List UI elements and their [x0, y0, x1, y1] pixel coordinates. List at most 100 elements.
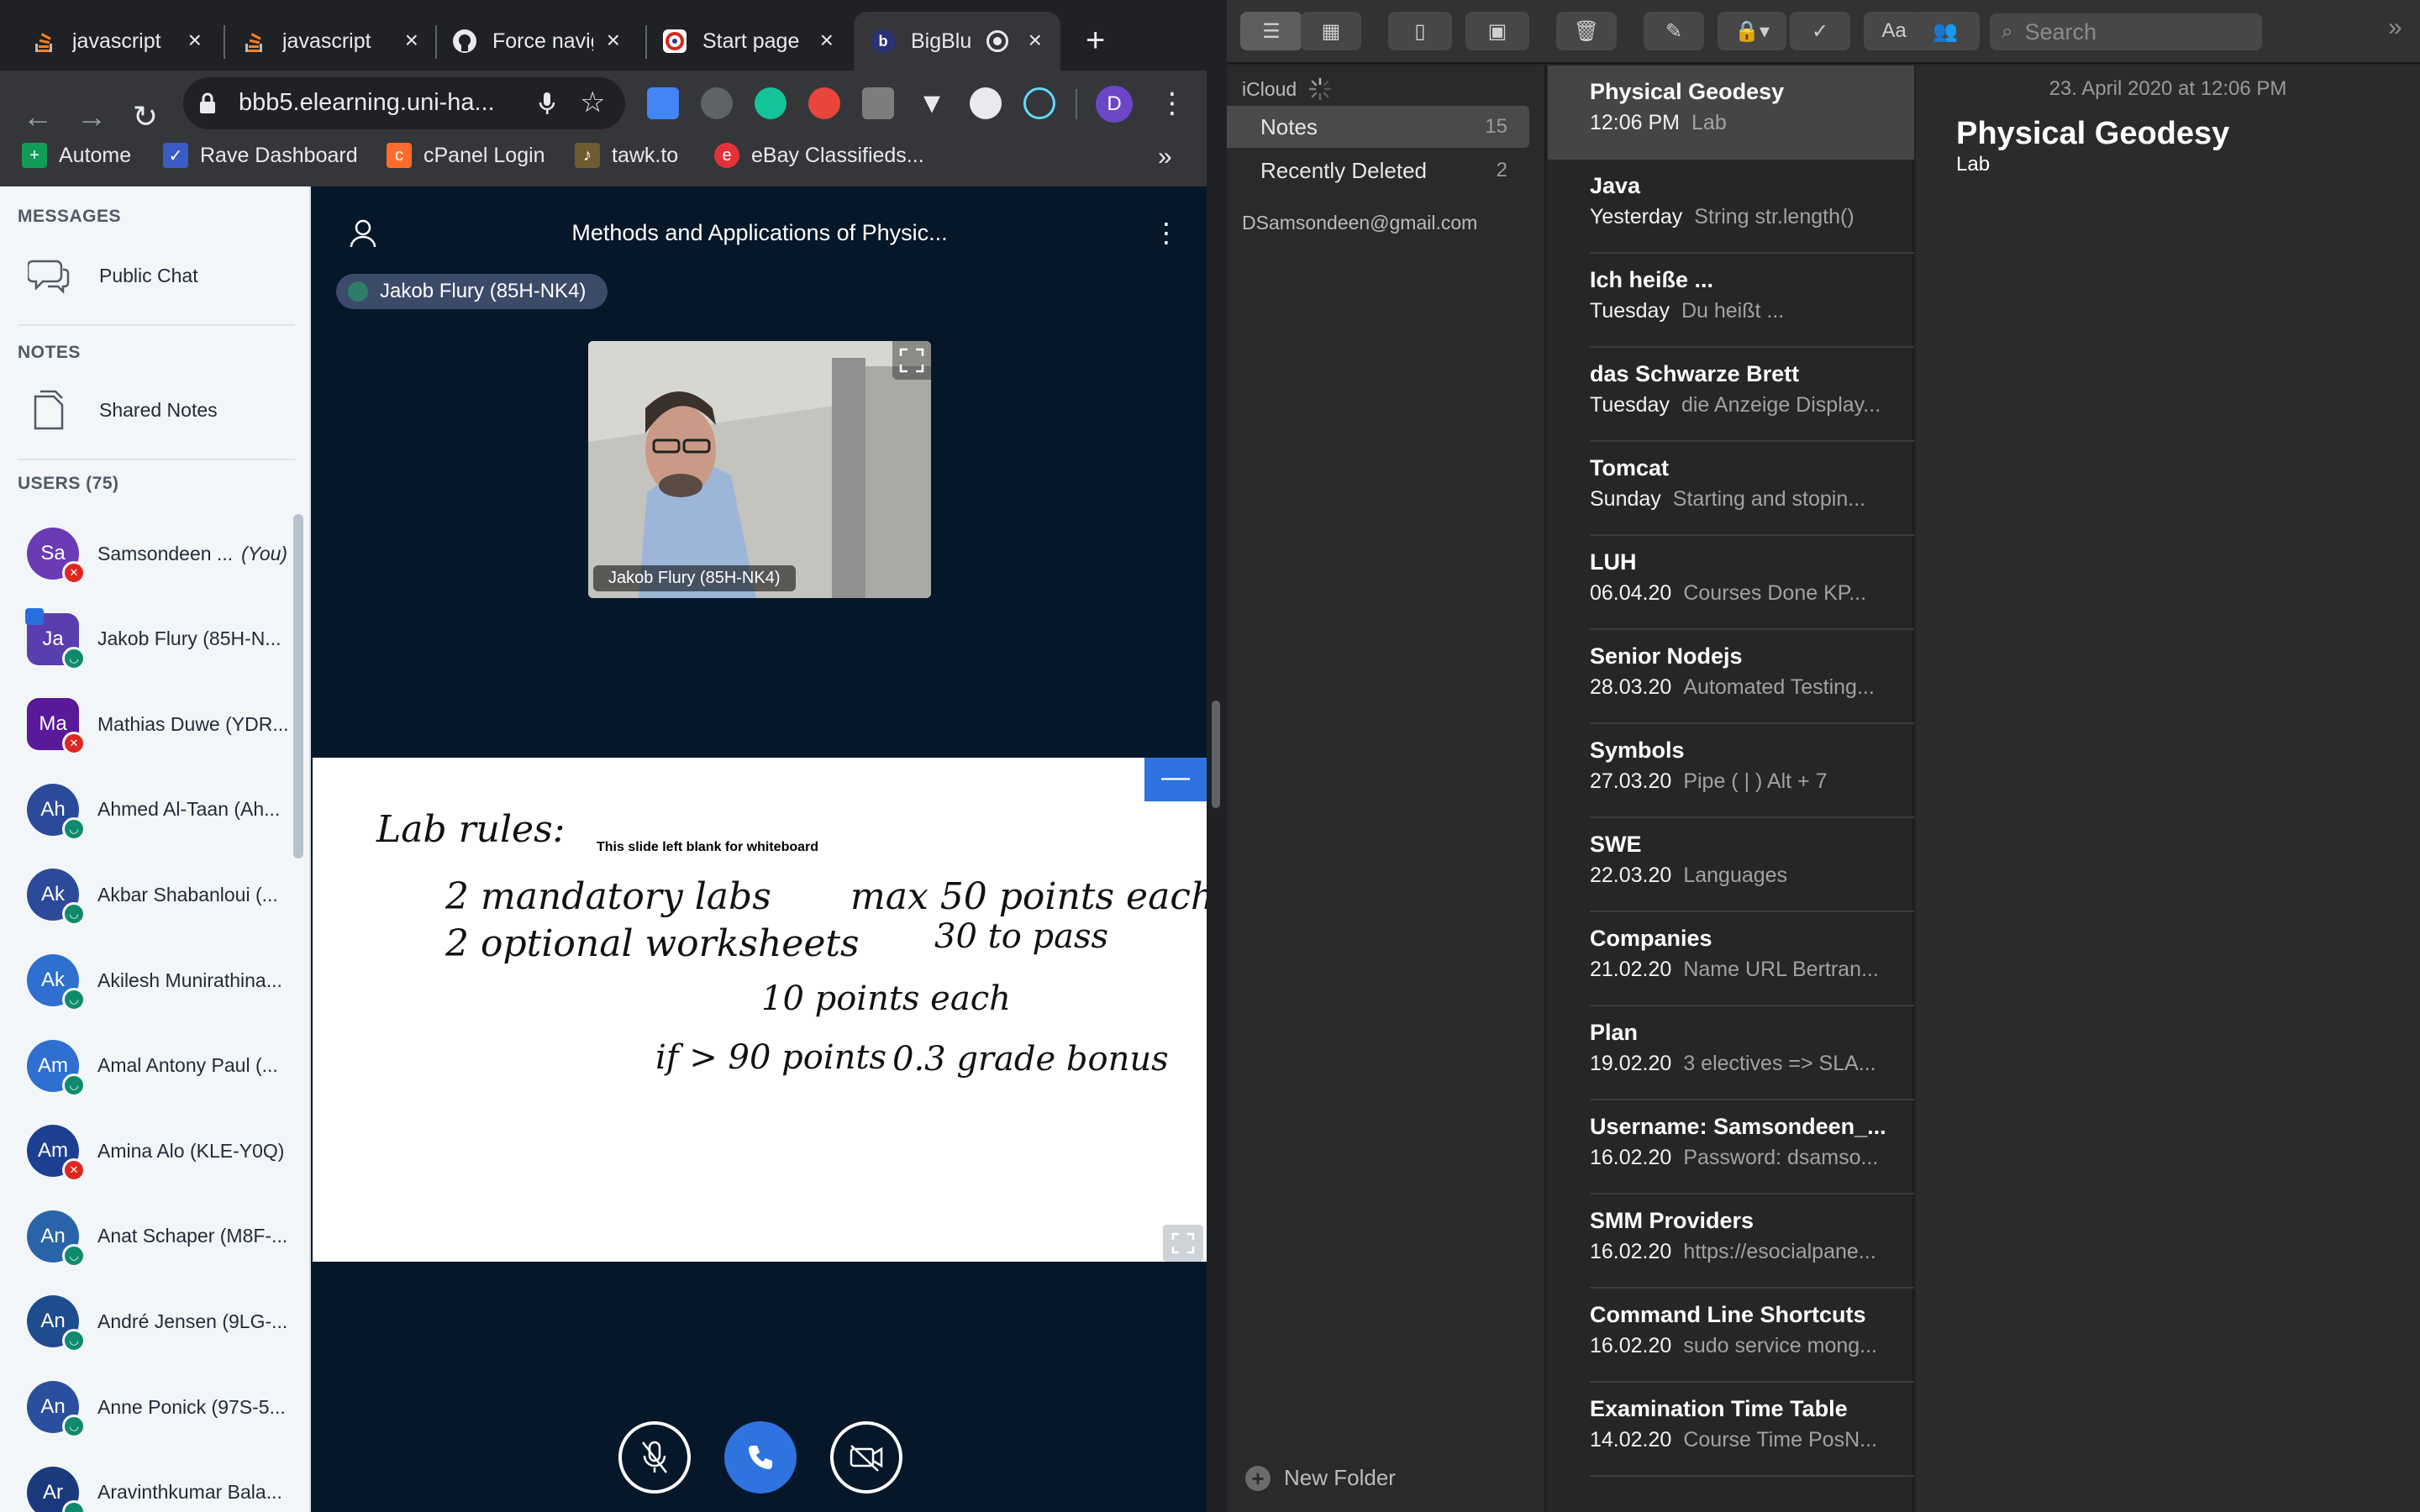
note-list-item[interactable]: Symbols 27.03.20 Pipe ( | ) Alt + 7	[1548, 724, 1914, 818]
paint-extension-icon[interactable]	[862, 87, 894, 119]
account-label: iCloud	[1242, 77, 1297, 100]
you-label: (You)	[241, 542, 288, 564]
window-split-divider[interactable]	[1207, 0, 1227, 1512]
note-title[interactable]: Physical Geodesy	[1956, 116, 2229, 152]
lock-button[interactable]: 🔒▾	[1718, 12, 1786, 50]
json-extension-icon[interactable]	[970, 87, 1002, 119]
share-webcam-button[interactable]	[830, 1421, 902, 1494]
public-chat-item[interactable]: Public Chat	[27, 254, 198, 297]
sidebar-scrollbar[interactable]	[293, 514, 303, 858]
gallery-view-button[interactable]: ▦	[1301, 12, 1361, 50]
options-menu-icon[interactable]: ⋮	[1153, 217, 1180, 249]
folder-notes[interactable]: Notes 15	[1227, 106, 1529, 148]
bookmark-ebay[interactable]: e eBay Classifieds...	[714, 143, 924, 168]
bookmark-cpanel[interactable]: c cPanel Login	[387, 143, 545, 168]
user-list-item[interactable]: Ak ◡ Akbar Shabanloui (...	[27, 867, 296, 927]
checklist-button[interactable]: ✓	[1790, 12, 1850, 50]
shared-notes-item[interactable]: Shared Notes	[27, 388, 218, 432]
user-list-item[interactable]: An ◡ Anat Schaper (M8F-...	[27, 1209, 296, 1268]
webcam-fullscreen-button[interactable]	[892, 341, 931, 380]
note-list-item[interactable]: Senior Nodejs 28.03.20 Automated Testing..…	[1548, 630, 1914, 724]
blocker-extension-icon[interactable]	[808, 87, 840, 119]
note-list-item[interactable]: Plan 19.02.20 3 electives => SLA...	[1548, 1006, 1914, 1100]
note-list-item[interactable]: Physical Geodesy 12:06 PM Lab	[1548, 66, 1914, 160]
search-field[interactable]: ⌕ Search	[1990, 13, 2262, 50]
translate-extension-icon[interactable]	[647, 87, 679, 119]
split-handle[interactable]	[1212, 701, 1220, 808]
compose-button[interactable]: ✎	[1644, 12, 1704, 50]
unmute-button[interactable]	[618, 1421, 691, 1494]
tab-javascript-2[interactable]: javascript ×	[225, 12, 437, 71]
audio-phone-button[interactable]	[724, 1421, 797, 1494]
whiteboard-slide[interactable]: Lab rules: 2 mandatory labs max 50 point…	[313, 758, 1207, 1262]
note-list-item[interactable]: das Schwarze Brett Tuesday die Anzeige Dis…	[1548, 348, 1914, 442]
tab-bigbluebutton[interactable]: b BigBlu ×	[854, 12, 1060, 71]
user-avatar: Ma ✕	[27, 698, 86, 756]
toggle-sidebar-button[interactable]: ▯	[1388, 12, 1452, 50]
webcam-video[interactable]: Jakob Flury (85H-NK4)	[588, 341, 931, 598]
grammarly-extension-icon[interactable]	[755, 87, 786, 119]
bookmarks-overflow-button[interactable]: »	[1158, 143, 1172, 171]
note-list-item[interactable]: Ich heiße ... Tuesday Du heißt ...	[1548, 254, 1914, 348]
note-list-item[interactable]: LUH 06.04.20 Courses Done KP...	[1548, 536, 1914, 630]
bookmark-star-icon[interactable]: ☆	[580, 86, 605, 119]
bookmark-rave-dashboard[interactable]: ✓ Rave Dashboard	[163, 143, 358, 168]
close-icon[interactable]: ×	[188, 29, 202, 52]
trash-icon: 🗑	[1573, 19, 1600, 43]
address-bar[interactable]: bbb5.elearning.uni-ha... ☆	[183, 77, 625, 129]
note-list-item[interactable]: Command Line Shortcuts 16.02.20 sudo servi…	[1548, 1289, 1914, 1383]
talking-indicator[interactable]: Jakob Flury (85H-NK4)	[336, 274, 608, 309]
user-list-item[interactable]: An ◡ André Jensen (9LG-...	[27, 1294, 296, 1353]
tab-javascript-1[interactable]: javascript ×	[0, 12, 220, 71]
user-list-item[interactable]: Ar ◡ Aravinthkumar Bala...	[27, 1465, 296, 1512]
tab-force-navig[interactable]: Force navig ×	[437, 12, 639, 71]
note-list-item[interactable]: SMM Providers 16.02.20 https://esocialpane…	[1548, 1194, 1914, 1289]
note-list-item[interactable]: Tomcat Sunday Starting and stopin...	[1548, 442, 1914, 536]
user-list-item[interactable]: Sa ✕ Samsondeen ... (You)	[27, 526, 296, 585]
list-view-button[interactable]: ☰	[1240, 12, 1302, 50]
microphone-muted-icon: ✕	[62, 1158, 86, 1183]
new-folder-button[interactable]: + New Folder	[1245, 1465, 1396, 1491]
user-list-item[interactable]: An ◡ Anne Ponick (97S-5...	[27, 1379, 296, 1438]
overflow-chevron-icon[interactable]: »	[2388, 13, 2402, 42]
user-list-item[interactable]: Am ◡ Amal Antony Paul (...	[27, 1038, 296, 1097]
react-devtools-icon[interactable]	[1023, 87, 1055, 119]
note-list-item[interactable]: Java Yesterday String str.length()	[1548, 160, 1914, 254]
close-icon[interactable]: ×	[607, 29, 620, 52]
microphone-icon[interactable]	[538, 91, 556, 116]
new-tab-button[interactable]: +	[1086, 22, 1105, 59]
close-icon[interactable]: ×	[1028, 29, 1042, 52]
profile-avatar[interactable]: D	[1096, 86, 1133, 123]
note-list-item[interactable]: Examination Time Table 14.02.20 Course Tim…	[1548, 1383, 1914, 1477]
presentation-fullscreen-button[interactable]	[1163, 1225, 1203, 1262]
note-item-date: 16.02.20	[1590, 1240, 1672, 1263]
close-icon[interactable]: ×	[405, 29, 418, 52]
note-editor[interactable]: 23. April 2020 at 12:06 PM Physical Geod…	[1916, 66, 2420, 1512]
user-list-item[interactable]: Ak ◡ Akilesh Munirathina...	[27, 953, 296, 1011]
handwriting-line: max 50 points each	[850, 875, 1207, 918]
note-list-item[interactable]: Username: Samsondeen_... 16.02.20 Password…	[1548, 1100, 1914, 1194]
share-button[interactable]: 👥	[1911, 12, 1980, 50]
close-icon[interactable]: ×	[820, 29, 834, 52]
minimize-presentation-button[interactable]: —	[1144, 758, 1207, 801]
note-body[interactable]: Lab	[1956, 153, 1990, 176]
delete-button[interactable]: 🗑	[1556, 12, 1617, 50]
user-list-item[interactable]: Am ✕ Amina Alo (KLE-Y0Q)	[27, 1123, 296, 1183]
avatar-initials: Ak	[40, 883, 65, 906]
note-list-item[interactable]: Companies 21.02.20 Name URL Bertran...	[1548, 912, 1914, 1006]
notes-app-window: ☰ ▦ ▯ ▣ 🗑 ✎ 🔒▾ ✓ Aa 👥 ⌕ Search » iCloud N…	[1227, 0, 2420, 1512]
eye-extension-icon[interactable]	[701, 87, 733, 119]
user-list-item[interactable]: Ah ◡ Ahmed Al-Taan (Ah...	[27, 782, 296, 841]
attachments-button[interactable]: ▣	[1465, 12, 1529, 50]
user-list-item[interactable]: Ja ◡ Jakob Flury (85H-N...	[25, 607, 296, 670]
bookmark-tawk[interactable]: ♪ tawk.to	[575, 143, 678, 168]
user-name: André Jensen (9LG-...	[97, 1310, 296, 1333]
note-list-item[interactable]: SWE 22.03.20 Languages	[1548, 818, 1914, 912]
user-list-item[interactable]: Ma ✕ Mathias Duwe (YDR...	[27, 696, 296, 756]
vue-extension-icon[interactable]: ▼	[916, 87, 948, 119]
bookmark-autome[interactable]: + Autome	[22, 143, 131, 168]
tab-start-page[interactable]: Start page ×	[647, 12, 852, 71]
avatar-initials: Ar	[43, 1480, 63, 1504]
chrome-menu-icon[interactable]: ⋮	[1158, 82, 1186, 124]
folder-recently-deleted[interactable]: Recently Deleted 2	[1227, 150, 1529, 192]
